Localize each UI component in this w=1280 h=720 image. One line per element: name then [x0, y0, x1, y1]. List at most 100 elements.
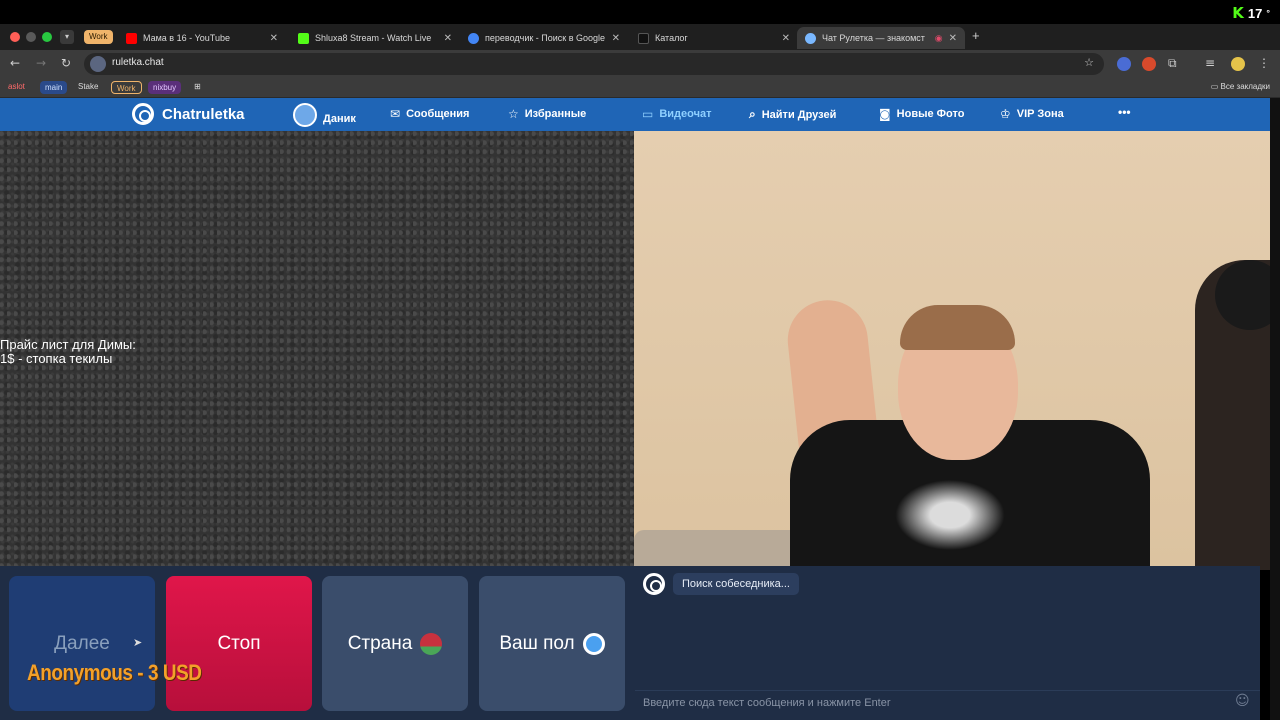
- nav-find-friends-label: Найти Друзей: [761, 108, 837, 121]
- more-menu-icon[interactable]: •••: [1118, 105, 1131, 119]
- nav-messages-label: Сообщения: [406, 108, 470, 120]
- chatruletka-logo-icon: [643, 573, 665, 595]
- bookmark-aslot[interactable]: aslot: [8, 82, 25, 91]
- viewer-count: 17: [1247, 5, 1263, 21]
- google-icon: [468, 32, 479, 44]
- country-button-label: Страна: [347, 632, 413, 654]
- kick-logo-icon: K: [1232, 4, 1244, 22]
- video-icon: ▭: [642, 107, 654, 121]
- avatar-icon: [293, 103, 317, 127]
- emoji-icon[interactable]: ☺: [1235, 693, 1250, 709]
- country-button[interactable]: Страна: [322, 576, 468, 711]
- browser-toolbar: ← → ↻ ruletka.chat ☆ ⧉ ≡ ⋮: [0, 50, 1280, 78]
- stop-button[interactable]: Стоп: [166, 576, 312, 711]
- tab-title: Чат Рулетка — знакомст: [822, 33, 925, 43]
- site-logo[interactable]: Chatruletka: [132, 103, 245, 125]
- site-info-icon[interactable]: [90, 56, 106, 72]
- price-list-item: 1$ - стопка текилы: [0, 351, 113, 366]
- nav-favorites-label: Избранные: [524, 108, 587, 120]
- nav-find-friends[interactable]: ⌕ Найти Друзей: [749, 107, 836, 122]
- nav-videochat-label: Видеочат: [659, 108, 712, 120]
- recording-icon: ◉: [934, 32, 943, 43]
- nav-videochat[interactable]: ▭ Видеочат: [642, 107, 712, 121]
- close-tab-icon[interactable]: ✕: [782, 33, 790, 44]
- shirt-print-shape: [880, 470, 1020, 560]
- menu-kebab-icon[interactable]: ⋮: [1258, 56, 1270, 70]
- reading-list-icon[interactable]: ≡: [1205, 56, 1215, 70]
- crown-icon: ♔: [1000, 107, 1011, 121]
- price-list-title: Прайс лист для Димы:: [0, 337, 136, 352]
- bookmark-stake[interactable]: Stake: [78, 82, 98, 91]
- bookmark-nixbuy[interactable]: nixbuy: [148, 81, 182, 94]
- tab-title: Мама в 16 - YouTube: [143, 33, 230, 43]
- search-icon: ⌕: [749, 107, 756, 121]
- extensions-puzzle-icon[interactable]: ⧉: [1168, 56, 1177, 71]
- all-bookmarks[interactable]: ▭ Все закладки: [1211, 82, 1270, 91]
- kick-icon: [298, 32, 309, 44]
- person-hair-shape: [900, 305, 1015, 350]
- bookmark-main[interactable]: main: [40, 81, 68, 94]
- tab-title: Shluxa8 Stream - Watch Live: [315, 33, 432, 43]
- nav-new-photos-label: Новые Фото: [896, 108, 965, 120]
- nav-favorites[interactable]: ☆ Избранные: [508, 107, 586, 121]
- tab-title: Каталог: [655, 33, 688, 43]
- donation-alert: Anonymous - 3 USD: [27, 660, 202, 685]
- new-tab-button[interactable]: +: [972, 28, 980, 43]
- nav-new-photos[interactable]: ◙ Новые Фото: [879, 107, 964, 121]
- tab-title: переводчик - Поиск в Google: [485, 33, 606, 43]
- extension-vpn-icon[interactable]: [1117, 57, 1131, 71]
- screen: K 17 ° ▾ Work Мама в 16 - YouTube ✕ Shlu…: [0, 0, 1280, 720]
- site-logo-text: Chatruletka: [162, 105, 245, 123]
- chat-message-input[interactable]: [635, 690, 1260, 714]
- tab-kick-stream[interactable]: Shluxa8 Stream - Watch Live ✕: [290, 27, 460, 49]
- chat-status-message: Поиск собеседника...: [673, 573, 799, 595]
- extension-fox-icon[interactable]: [1142, 57, 1156, 71]
- chatruletka-logo-icon: [132, 103, 154, 125]
- belarus-flag-icon: [420, 632, 443, 655]
- nav-vip[interactable]: ♔ VIP Зона: [1000, 107, 1064, 121]
- os-top-bar: K 17 °: [0, 0, 1280, 24]
- tab-google-search[interactable]: переводчик - Поиск в Google ✕: [460, 27, 628, 49]
- gender-button[interactable]: Ваш пол: [479, 576, 625, 711]
- folder-icon: ▭: [1210, 82, 1219, 91]
- forward-icon[interactable]: →: [36, 56, 46, 70]
- next-button-label: Далее: [54, 632, 110, 654]
- stop-button-label: Стоп: [217, 632, 261, 654]
- nav-profile[interactable]: Даник: [293, 103, 356, 131]
- apps-grid-icon[interactable]: ⊞: [194, 82, 201, 91]
- nav-profile-label: Даник: [323, 113, 356, 125]
- close-window-icon[interactable]: [10, 32, 20, 42]
- all-bookmarks-label: Все закладки: [1220, 82, 1270, 91]
- tab-group-work[interactable]: Work: [84, 30, 113, 44]
- maximize-window-icon[interactable]: [42, 32, 52, 42]
- nav-messages[interactable]: ✉ Сообщения: [390, 107, 469, 121]
- minimize-window-icon[interactable]: [26, 32, 36, 42]
- bookmark-work[interactable]: Work: [111, 81, 142, 94]
- mail-icon: ✉: [390, 107, 401, 121]
- stream-viewer-badge: K 17 °: [1232, 4, 1270, 22]
- star-icon: ☆: [508, 107, 519, 121]
- gender-button-label: Ваш пол: [499, 632, 575, 654]
- catalog-icon: [638, 32, 649, 44]
- site-navbar: Chatruletka Даник ✉ Сообщения ☆ Избранны…: [0, 98, 1270, 131]
- address-bar[interactable]: ruletka.chat ☆: [84, 53, 1104, 75]
- eye-icon: °: [1266, 8, 1270, 18]
- back-icon[interactable]: ←: [10, 56, 20, 70]
- tab-search-icon[interactable]: ▾: [60, 30, 74, 44]
- gender-icon: [582, 632, 605, 655]
- mouse-cursor-icon: ➤: [133, 636, 143, 649]
- profile-avatar-icon[interactable]: [1231, 57, 1245, 71]
- close-tab-icon[interactable]: ✕: [444, 33, 452, 44]
- close-tab-icon[interactable]: ✕: [270, 33, 278, 44]
- tab-catalog[interactable]: Каталог ✕: [630, 27, 798, 49]
- tab-chatruletka[interactable]: Чат Рулетка — знакомст ◉ ✕: [797, 27, 965, 49]
- tab-youtube[interactable]: Мама в 16 - YouTube ✕: [118, 27, 286, 49]
- chatruletka-icon: [805, 32, 816, 44]
- price-list-overlay: Прайс лист для Димы: 1$ - стопка текилы: [0, 338, 136, 366]
- close-tab-icon[interactable]: ✕: [949, 33, 957, 44]
- camera-icon: ◙: [879, 107, 891, 121]
- close-tab-icon[interactable]: ✕: [612, 33, 620, 44]
- bookmark-star-icon[interactable]: ☆: [1084, 56, 1094, 69]
- url-text: ruletka.chat: [112, 57, 164, 68]
- reload-icon[interactable]: ↻: [61, 56, 71, 70]
